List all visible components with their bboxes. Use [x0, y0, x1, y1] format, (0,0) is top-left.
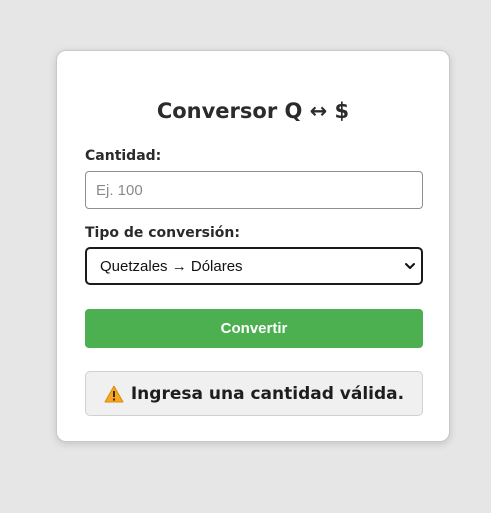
page-title: Conversor Q ↔ $ — [156, 99, 350, 123]
chevron-down-icon — [405, 263, 415, 269]
convert-button[interactable]: Convertir — [85, 309, 423, 348]
converter-card: Conversor Q ↔ $ Cantidad: Tipo de conver… — [56, 50, 450, 442]
conversion-type-select[interactable]: Quetzales → Dólares — [85, 247, 423, 285]
quantity-input[interactable] — [85, 171, 423, 209]
warning-icon — [104, 385, 124, 402]
status-message: Ingresa una cantidad válida. — [85, 371, 423, 416]
quantity-label: Cantidad: — [85, 148, 162, 164]
status-message-text: Ingresa una cantidad válida. — [130, 383, 405, 404]
conversion-type-label: Tipo de conversión: — [85, 225, 240, 241]
conversion-type-selected: Quetzales → Dólares — [100, 258, 243, 275]
